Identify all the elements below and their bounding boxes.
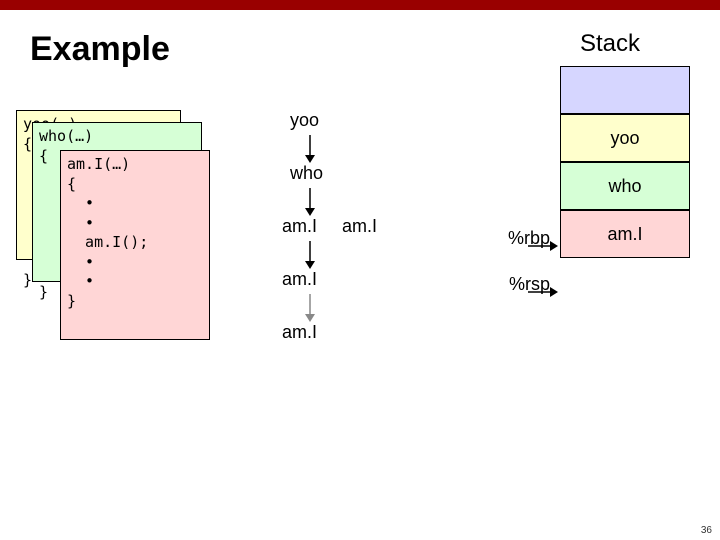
stack-heading: Stack [580,30,640,58]
page-title: Example [30,30,170,69]
chain-side-label-ami: am.I [342,216,377,237]
chain-arrow-icon [302,135,318,163]
chain-label-ami-3: am.I [282,322,317,343]
slide: { "title": "Example", "stack_label": "St… [0,10,720,540]
code-box-aml: am.I(…) { • • am.I(); • • } [60,150,210,340]
stack-frame-who: who [560,162,690,210]
chain-label-ami-2: am.I [282,269,317,290]
stack-diagram: yoo who am.I [560,66,690,258]
chain-arrow-icon [302,188,318,216]
chain-arrow-icon [302,241,318,269]
chain-label-who: who [290,163,323,184]
stack-frame-aml: am.I [560,210,690,258]
chain-label-ami-1: am.I [282,216,317,237]
chain-arrow-icon [302,294,318,322]
stack-frame-empty [560,66,690,114]
rbp-arrow-icon [528,238,558,256]
stack-frame-yoo: yoo [560,114,690,162]
chain-label-yoo: yoo [290,110,319,131]
rsp-arrow-icon [528,284,558,302]
page-number: 36 [701,525,712,536]
